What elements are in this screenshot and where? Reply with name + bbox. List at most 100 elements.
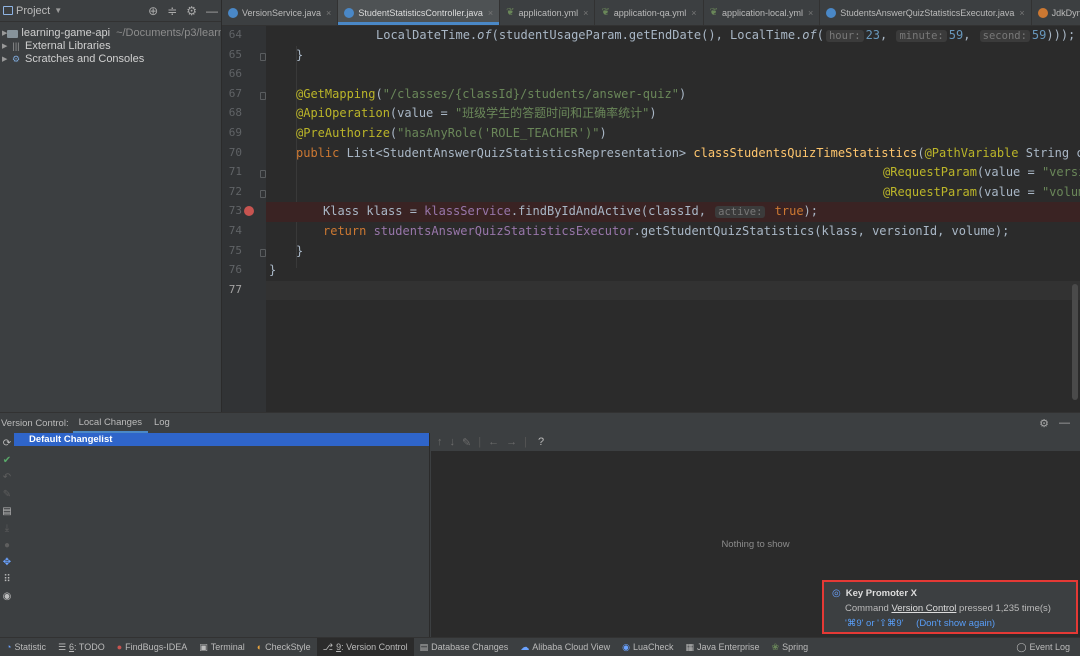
commit-check-icon[interactable]: ✔ bbox=[3, 455, 11, 466]
editor-scrollbar[interactable] bbox=[1072, 284, 1078, 400]
lua-icon: ◉ bbox=[622, 641, 630, 652]
chevron-right-icon[interactable]: ▶ bbox=[2, 53, 10, 66]
cloud-icon: ☁ bbox=[520, 641, 530, 652]
close-icon[interactable]: × bbox=[1019, 8, 1024, 18]
gear-icon[interactable]: ⚙ bbox=[1039, 417, 1049, 430]
collapse-all-icon[interactable]: ≑ bbox=[167, 4, 177, 18]
notification-body: Command Version Control pressed 1,235 ti… bbox=[845, 603, 1051, 614]
line-number: 69 bbox=[228, 126, 242, 139]
tree-item-project-root[interactable]: ▶ learning-game-api ~/Documents/p3/learn… bbox=[0, 27, 221, 40]
close-icon[interactable]: × bbox=[808, 8, 813, 18]
line-number: 66 bbox=[228, 67, 242, 81]
tool-event-log[interactable]: ◯ Event Log bbox=[1010, 638, 1080, 656]
close-icon[interactable]: × bbox=[326, 8, 331, 18]
arrow-right-icon[interactable]: → bbox=[506, 436, 517, 448]
tool-luacheck[interactable]: ◉ LuaCheck bbox=[616, 638, 679, 656]
close-icon[interactable]: × bbox=[488, 8, 493, 18]
diff-icon[interactable]: ✎ bbox=[3, 489, 11, 500]
arrow-left-icon[interactable]: ← bbox=[488, 436, 499, 448]
arrow-down-icon[interactable]: ↓ bbox=[450, 436, 456, 448]
minimize-icon[interactable]: — bbox=[206, 4, 218, 18]
refresh-icon[interactable]: ⟳ bbox=[3, 438, 11, 449]
line-number: 67 bbox=[228, 86, 242, 100]
project-title[interactable]: Project bbox=[16, 5, 50, 17]
bug-icon: ● bbox=[116, 642, 123, 652]
preview-icon[interactable]: ◉ bbox=[3, 591, 12, 602]
line-number: 74 bbox=[228, 224, 242, 237]
tool-todo[interactable]: ☰ 6: TODO bbox=[52, 638, 111, 656]
tool-checkstyle[interactable]: ◐ CheckStyle bbox=[251, 638, 317, 656]
folder-icon bbox=[7, 29, 19, 39]
changelist-tree[interactable]: Default Changelist bbox=[14, 433, 430, 638]
tool-spring[interactable]: ❀ Spring bbox=[766, 638, 815, 656]
line-number: 75 bbox=[228, 243, 242, 257]
tab-version-service[interactable]: VersionService.java × bbox=[222, 0, 339, 25]
tab-application-yml[interactable]: ❦ application.yml × bbox=[500, 0, 596, 25]
shelve-icon[interactable]: ⤓ bbox=[5, 523, 9, 534]
java-class-icon bbox=[826, 7, 837, 18]
java-class-icon bbox=[1037, 7, 1048, 18]
terminal-icon: ▣ bbox=[199, 641, 208, 652]
tab-jdk-dynamic-aop[interactable]: JdkDynamicAopPr bbox=[1032, 0, 1080, 25]
enterprise-icon: ▦ bbox=[685, 641, 695, 652]
param-hint: minute: bbox=[896, 30, 947, 42]
changelist-default[interactable]: Default Changelist bbox=[14, 433, 429, 446]
caret-line[interactable] bbox=[266, 280, 1080, 301]
project-view-icon[interactable] bbox=[3, 6, 13, 15]
project-tool-window: Project ▼ ⊕ ≑ ⚙ — ▶ learning-game-api ~/… bbox=[0, 0, 222, 412]
tab-application-local-yml[interactable]: ❦ application-local.yml × bbox=[704, 0, 821, 25]
arrow-up-icon[interactable]: ↑ bbox=[437, 436, 443, 448]
java-class-icon bbox=[228, 7, 238, 18]
tab-students-answer-quiz-executor[interactable]: StudentsAnswerQuizStatisticsExecutor.jav… bbox=[820, 0, 1032, 25]
chevron-down-icon[interactable]: ▼ bbox=[54, 6, 62, 15]
tool-window-strip: ◔ Statistic ☰ 6: TODO ● FindBugs-IDEA ▣ … bbox=[0, 637, 1080, 656]
editor-gutter[interactable]: 64 65 66 67 68 69 70 71 72 73 74 75 76 7… bbox=[222, 26, 266, 412]
tool-terminal[interactable]: ▣ Terminal bbox=[193, 638, 251, 656]
notification-title: Key Promoter X bbox=[845, 588, 918, 599]
tool-statistic[interactable]: ◔ Statistic bbox=[0, 638, 52, 656]
tab-label: VersionService.java bbox=[242, 7, 322, 18]
shortcut-hint-link[interactable]: '⌘9' or '⇧⌘9' bbox=[845, 618, 904, 629]
vc-header: Version Control: Local Changes Log ⚙ — bbox=[0, 413, 1080, 433]
tab-log[interactable]: Log bbox=[148, 413, 176, 433]
group-icon[interactable]: ✥ bbox=[3, 557, 11, 568]
gear-icon[interactable]: ⚙ bbox=[186, 4, 197, 18]
project-header: Project ▼ ⊕ ≑ ⚙ — bbox=[0, 0, 221, 22]
tool-alibaba-cloud[interactable]: ☁ Alibaba Cloud View bbox=[514, 638, 616, 656]
tree-item-scratches[interactable]: ▶ ⚙ Scratches and Consoles bbox=[0, 53, 221, 66]
minimize-icon[interactable]: — bbox=[1059, 417, 1070, 430]
breakpoint-icon[interactable] bbox=[244, 206, 254, 216]
tab-label: application-local.yml bbox=[721, 7, 803, 18]
tool-database-changes[interactable]: ▤ Database Changes bbox=[414, 638, 515, 656]
line-number: 70 bbox=[228, 145, 242, 159]
locate-icon[interactable]: ⊕ bbox=[148, 4, 158, 18]
tool-version-control[interactable]: ⎇ 9: Version Control bbox=[316, 638, 414, 656]
tool-java-enterprise[interactable]: ▦ Java Enterprise bbox=[680, 638, 766, 656]
help-icon[interactable]: ? bbox=[538, 436, 544, 448]
ignore-icon[interactable]: ● bbox=[4, 540, 10, 551]
breakpoint-line: Klass klass = klassService.findByIdAndAc… bbox=[266, 202, 1080, 222]
dont-show-again-link[interactable]: (Don't show again) bbox=[916, 618, 995, 629]
tool-findbugs[interactable]: ● FindBugs-IDEA bbox=[111, 638, 193, 656]
spring-icon: ❀ bbox=[771, 641, 780, 652]
changelist-icon[interactable]: ▤ bbox=[2, 506, 11, 517]
tab-application-qa-yml[interactable]: ❦ application-qa.yml × bbox=[595, 0, 704, 25]
close-icon[interactable]: × bbox=[691, 8, 696, 18]
branch-icon: ⎇ bbox=[322, 641, 334, 652]
line-number: 77 bbox=[228, 282, 242, 296]
expand-all-icon[interactable]: ⠿ bbox=[3, 574, 10, 585]
code-area[interactable]: LocalDateTime.of(studentUsageParam.getEn… bbox=[266, 26, 1080, 412]
param-hint: active: bbox=[715, 206, 766, 219]
tab-label: application.yml bbox=[518, 7, 579, 18]
tree-item-external-libraries[interactable]: ▶ ||| External Libraries bbox=[0, 40, 221, 53]
rollback-icon[interactable]: ↶ bbox=[3, 472, 11, 483]
tab-student-statistics-controller[interactable]: StudentStatisticsController.java × bbox=[338, 0, 501, 25]
tab-label: application-qa.yml bbox=[613, 7, 687, 18]
close-icon[interactable]: × bbox=[583, 8, 588, 18]
tab-local-changes[interactable]: Local Changes bbox=[73, 413, 148, 433]
code-editor[interactable]: 64 65 66 67 68 69 70 71 72 73 74 75 76 7… bbox=[222, 26, 1080, 412]
diff-toolbar: ↑ ↓ ✎ | ← → | ? bbox=[431, 433, 1080, 451]
edit-icon[interactable]: ✎ bbox=[462, 436, 471, 449]
chevron-right-icon[interactable]: ▶ bbox=[2, 40, 10, 53]
java-class-icon bbox=[344, 7, 355, 18]
